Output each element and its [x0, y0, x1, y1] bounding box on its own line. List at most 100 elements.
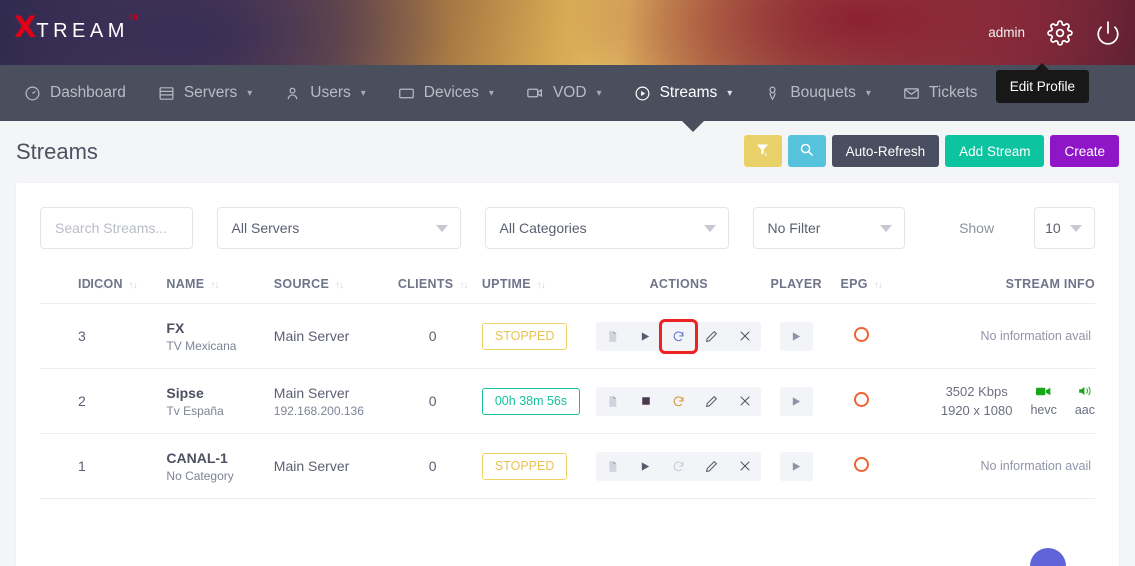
epg-circle-icon[interactable] [854, 327, 869, 342]
restart-icon[interactable] [662, 387, 695, 416]
sort-icon[interactable]: ↑↓ [459, 280, 467, 291]
nav-label: Bouquets [790, 84, 856, 102]
power-icon[interactable] [1095, 20, 1121, 46]
stop-icon[interactable] [629, 387, 662, 416]
cell-clients: 0 [383, 369, 481, 434]
col-label: STREAM INFO [1006, 277, 1095, 291]
restart-icon[interactable] [662, 322, 695, 351]
edit-icon[interactable] [695, 387, 728, 416]
nav-item-vod[interactable]: VOD ▾ [510, 65, 618, 121]
action-button-group [596, 387, 761, 416]
audio-codec-block: aac [1075, 385, 1095, 417]
edit-icon[interactable] [695, 452, 728, 481]
search-button[interactable] [788, 135, 826, 167]
source-name: Main Server [274, 328, 384, 344]
current-username[interactable]: admin [988, 25, 1025, 40]
search-input[interactable]: Search Streams... [40, 207, 193, 249]
cell-actions [594, 304, 764, 369]
cell-icon [90, 369, 166, 434]
stream-name: Sipse [166, 385, 273, 401]
epg-circle-icon[interactable] [854, 457, 869, 472]
svg-text:x: x [765, 152, 768, 157]
chevron-down-icon [880, 225, 892, 232]
streams-card: Search Streams... All Servers All Catego… [16, 183, 1119, 566]
nav-item-bouquets[interactable]: Bouquets ▾ [748, 65, 887, 121]
file-icon[interactable] [596, 387, 629, 416]
nav-item-streams[interactable]: Streams ▾ [618, 65, 749, 121]
chevron-down-icon: ▾ [489, 88, 494, 99]
cell-player [764, 369, 829, 434]
cell-actions [594, 369, 764, 434]
cell-source: Main Server [274, 304, 384, 369]
file-icon[interactable] [596, 452, 629, 481]
cell-name: Sipse Tv España [166, 369, 273, 434]
page-action-buttons: x Auto-Refresh Add Stream Create [744, 135, 1119, 167]
play-icon[interactable] [629, 322, 662, 351]
auto-refresh-button[interactable]: Auto-Refresh [832, 135, 940, 167]
create-button[interactable]: Create [1050, 135, 1119, 167]
status-filter-select[interactable]: No Filter [753, 207, 906, 249]
cell-stream-info: No information avail [894, 434, 1095, 499]
table-row[interactable]: 3 FX TV Mexicana Main Server 0 STOPPED [40, 304, 1095, 369]
dashboard-icon [24, 85, 41, 102]
col-header-uptime[interactable]: UPTIME ↑↓ [482, 249, 594, 304]
file-icon[interactable] [596, 322, 629, 351]
player-play-icon[interactable] [780, 322, 813, 351]
player-play-icon[interactable] [780, 452, 813, 481]
servers-select[interactable]: All Servers [217, 207, 461, 249]
status-badge: 00h 38m 56s [482, 388, 580, 415]
table-row[interactable]: 1 CANAL-1 No Category Main Server 0 STOP… [40, 434, 1095, 499]
nav-label: Streams [660, 84, 718, 102]
brand-logo[interactable]: X TREAM UI [14, 13, 138, 42]
nav-item-devices[interactable]: Devices ▾ [382, 65, 510, 121]
sort-icon[interactable]: ↑↓ [335, 280, 343, 291]
servers-select-value: All Servers [232, 220, 300, 236]
col-label: ID [78, 277, 91, 291]
nav-item-servers[interactable]: Servers ▾ [142, 65, 268, 121]
chevron-down-icon: ▾ [597, 88, 602, 99]
gear-icon[interactable] [1047, 20, 1073, 46]
nav-item-users[interactable]: Users ▾ [268, 65, 382, 121]
delete-icon[interactable] [728, 387, 761, 416]
sort-icon[interactable]: ↑↓ [537, 280, 545, 291]
sort-icon[interactable]: ↑↓ [874, 280, 882, 291]
sort-icon[interactable]: ↑↓ [129, 280, 137, 291]
add-stream-button[interactable]: Add Stream [945, 135, 1044, 167]
play-icon[interactable] [629, 452, 662, 481]
delete-icon[interactable] [728, 452, 761, 481]
nav-label: Dashboard [50, 84, 126, 102]
cell-source: Main Server [274, 434, 384, 499]
col-header-name[interactable]: NAME↑↓ [166, 249, 273, 304]
col-header-clients[interactable]: CLIENTS↑↓ [383, 249, 481, 304]
speaker-icon [1075, 385, 1095, 400]
col-header-epg[interactable]: EPG ↑↓ [829, 249, 894, 304]
col-label: EPG [840, 277, 867, 291]
chevron-down-icon: ▾ [866, 88, 871, 99]
player-play-icon[interactable] [780, 387, 813, 416]
col-header-id[interactable]: ID↑↓ [40, 249, 90, 304]
delete-icon[interactable] [728, 322, 761, 351]
nav-item-dashboard[interactable]: Dashboard [8, 65, 142, 121]
nav-item-tickets[interactable]: Tickets [887, 65, 994, 121]
servers-icon [158, 85, 175, 102]
chevron-down-icon: ▾ [247, 88, 252, 99]
stream-name: CANAL-1 [166, 450, 273, 466]
table-row[interactable]: 2 Sipse Tv España Main Server 192.168.20… [40, 369, 1095, 434]
col-header-source[interactable]: SOURCE↑↓ [274, 249, 384, 304]
cell-epg [829, 369, 894, 434]
cell-icon [90, 304, 166, 369]
col-label: UPTIME [482, 277, 531, 291]
col-header-icon[interactable]: ICON↑↓ [90, 249, 166, 304]
page-size-select[interactable]: 10 [1034, 207, 1095, 249]
epg-circle-icon[interactable] [854, 392, 869, 407]
sort-icon[interactable]: ↑↓ [210, 280, 218, 291]
edit-icon[interactable] [695, 322, 728, 351]
table-body: 3 FX TV Mexicana Main Server 0 STOPPED [40, 304, 1095, 499]
page-root: X TREAM UI admin [0, 0, 1135, 566]
categories-select[interactable]: All Categories [485, 207, 729, 249]
restart-icon[interactable] [662, 452, 695, 481]
devices-icon [398, 85, 415, 102]
source-ip: 192.168.200.136 [274, 404, 384, 418]
filter-remove-icon: x [755, 142, 770, 160]
filter-remove-button[interactable]: x [744, 135, 782, 167]
